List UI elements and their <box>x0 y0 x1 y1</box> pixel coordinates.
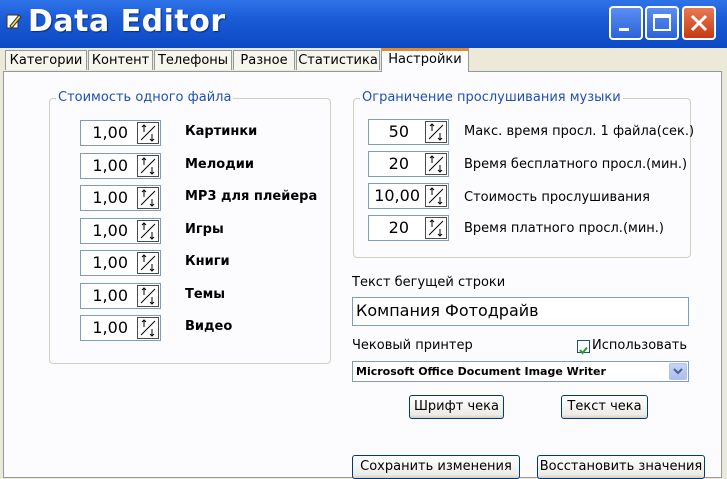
spin-value: 1,00 <box>92 156 128 175</box>
close-icon <box>690 14 708 32</box>
label-paid-time: Время платного просл.(мин.) <box>464 221 664 236</box>
window-title: Data Editor <box>28 4 226 39</box>
spin-arrows-icon[interactable] <box>137 285 159 307</box>
minimize-icon <box>619 28 629 31</box>
receipt-font-button[interactable]: Шрифт чека <box>409 395 504 419</box>
label-free-time: Время бесплатного просл.(мин.) <box>464 157 688 172</box>
spin-paid-time[interactable]: 20 <box>368 215 449 241</box>
maximize-icon <box>653 14 671 31</box>
spin-max-time[interactable]: 50 <box>368 119 449 145</box>
spin-arrows-icon[interactable] <box>137 155 159 177</box>
label-games: Игры <box>185 222 224 237</box>
spin-games[interactable]: 1,00 <box>80 218 161 244</box>
spin-value: 20 <box>388 154 409 173</box>
spin-arrows-icon[interactable] <box>137 220 159 242</box>
spin-arrows-icon[interactable] <box>425 217 447 239</box>
save-changes-button[interactable]: Сохранить изменения <box>352 455 520 479</box>
spin-arrows-icon[interactable] <box>137 252 159 274</box>
label-video: Видео <box>185 319 233 334</box>
label-max-time: Макс. время просл. 1 файла(сек.) <box>464 124 695 139</box>
use-printer-checkbox[interactable] <box>577 340 590 355</box>
file-cost-title: Стоимость одного файла <box>56 90 234 105</box>
spin-books[interactable]: 1,00 <box>80 250 161 276</box>
spin-listen-cost[interactable]: 10,00 <box>368 183 449 209</box>
tab-categories[interactable]: Категории <box>5 50 87 70</box>
label-melodies: Мелодии <box>185 157 254 172</box>
tab-misc[interactable]: Разное <box>233 50 295 70</box>
tab-strip: Категории Контент Телефоны Разное Статис… <box>3 48 725 72</box>
spin-value: 1,00 <box>92 286 128 305</box>
maximize-button[interactable] <box>645 6 679 40</box>
tab-content[interactable]: Контент <box>88 50 153 70</box>
printer-select-value: Microsoft Office Document Image Writer <box>356 365 606 378</box>
spin-value: 20 <box>388 218 409 237</box>
spin-free-time[interactable]: 20 <box>368 151 449 177</box>
close-button[interactable] <box>682 6 716 40</box>
spin-value: 1,00 <box>92 253 128 272</box>
printer-select[interactable]: Microsoft Office Document Image Writer <box>352 361 689 382</box>
tab-phones[interactable]: Телефоны <box>154 50 232 70</box>
label-themes: Темы <box>185 287 226 302</box>
spin-value: 1,00 <box>92 221 128 240</box>
spin-value: 10,00 <box>374 186 420 205</box>
label-pictures: Картинки <box>185 124 258 139</box>
tab-settings[interactable]: Настройки <box>381 48 469 72</box>
settings-panel: Стоимость одного файла 1,00 Картинки 1,0… <box>3 71 722 479</box>
label-books: Книги <box>185 254 230 269</box>
spin-pictures[interactable]: 1,00 <box>80 120 161 146</box>
spin-arrows-icon[interactable] <box>137 187 159 209</box>
ticker-label: Текст бегущей строки <box>352 275 506 290</box>
title-bar: Data Editor <box>0 0 727 48</box>
spin-value: 50 <box>388 122 409 141</box>
spin-arrows-icon[interactable] <box>425 185 447 207</box>
label-mp3: MP3 для плейера <box>185 189 318 204</box>
chevron-down-icon[interactable] <box>669 363 687 380</box>
label-listen-cost: Стоимость прослушивания <box>464 190 650 205</box>
spin-arrows-icon[interactable] <box>137 317 159 339</box>
spin-value: 1,00 <box>92 123 128 142</box>
spin-arrows-icon[interactable] <box>425 121 447 143</box>
spin-video[interactable]: 1,00 <box>80 315 161 341</box>
app-icon[interactable] <box>4 12 24 32</box>
receipt-text-button[interactable]: Текст чека <box>561 395 648 419</box>
spin-arrows-icon[interactable] <box>425 153 447 175</box>
ticker-input[interactable]: Компания Фотодрайв <box>352 297 689 326</box>
spin-value: 1,00 <box>92 318 128 337</box>
spin-mp3[interactable]: 1,00 <box>80 185 161 211</box>
printer-label: Чековый принтер <box>352 338 473 353</box>
spin-arrows-icon[interactable] <box>137 122 159 144</box>
use-printer-label[interactable]: Использовать <box>592 338 687 353</box>
checkmark-icon <box>579 346 588 355</box>
minimize-button[interactable] <box>609 6 643 40</box>
restore-values-button[interactable]: Восстановить значения <box>537 455 705 479</box>
tab-statistics[interactable]: Статистика <box>296 50 380 70</box>
spin-melodies[interactable]: 1,00 <box>80 153 161 179</box>
spin-value: 1,00 <box>92 188 128 207</box>
spin-themes[interactable]: 1,00 <box>80 283 161 309</box>
music-limit-title: Ограничение прослушивания музыки <box>360 90 623 105</box>
